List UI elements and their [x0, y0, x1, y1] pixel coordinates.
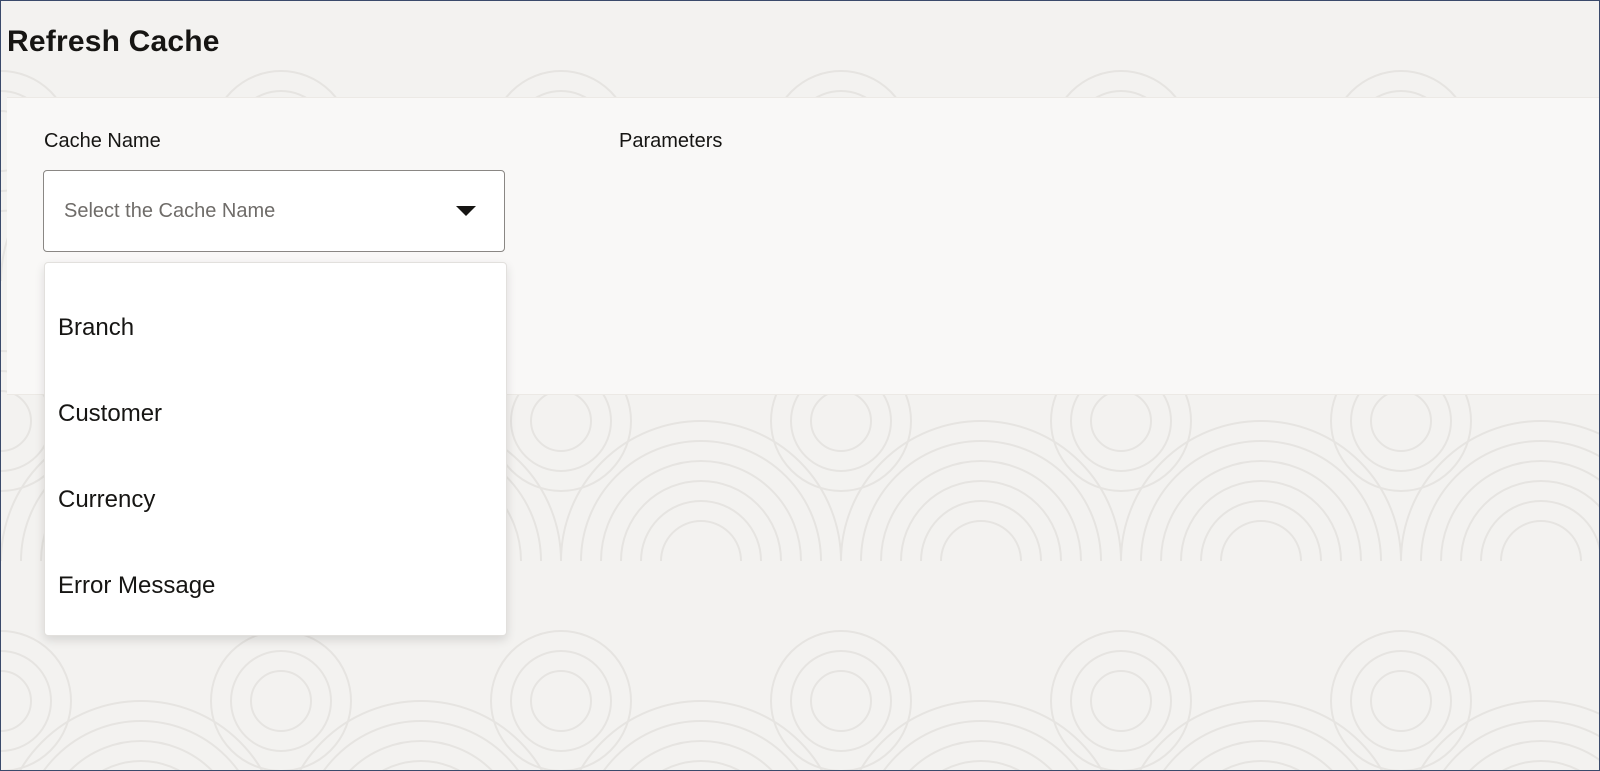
caret-down-icon[interactable] — [456, 206, 476, 216]
cache-name-placeholder: Select the Cache Name — [64, 200, 276, 222]
dropdown-option-error-message[interactable]: Error Message — [45, 543, 506, 629]
app-window: Refresh Cache Cache Name Select the Cach… — [0, 0, 1600, 771]
page-title: Refresh Cache — [7, 25, 220, 58]
dropdown-option-customer[interactable]: Customer — [45, 371, 506, 457]
dropdown-option-branch[interactable]: Branch — [45, 285, 506, 371]
parameters-label: Parameters — [619, 130, 723, 152]
cache-name-label: Cache Name — [44, 130, 161, 152]
cache-name-select[interactable]: Select the Cache Name — [43, 170, 505, 252]
dropdown-option-currency[interactable]: Currency — [45, 457, 506, 543]
cache-name-dropdown-list: Branch Customer Currency Error Message — [44, 262, 507, 636]
